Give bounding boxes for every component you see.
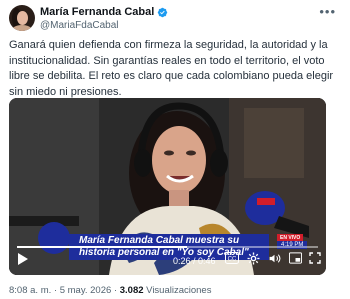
volume-icon[interactable] bbox=[268, 252, 281, 265]
tweet-time[interactable]: 8:08 a. m. bbox=[9, 285, 51, 296]
svg-text:CC: CC bbox=[228, 257, 237, 263]
views-count: 3.082 bbox=[119, 285, 144, 296]
video-player[interactable]: María Fernanda Cabal muestra su historia… bbox=[9, 98, 326, 275]
tweet-text: Ganará quien defienda con firmeza la seg… bbox=[9, 39, 334, 98]
video-progress-bar[interactable] bbox=[17, 246, 318, 248]
settings-gear-icon[interactable] bbox=[247, 252, 260, 265]
picture-in-picture-icon[interactable] bbox=[289, 252, 302, 264]
tweet-date[interactable]: 5 may. 2026 bbox=[60, 285, 112, 296]
author-handle[interactable]: @MariaFdaCabal bbox=[40, 20, 119, 31]
more-options-icon[interactable]: ••• bbox=[319, 4, 336, 19]
meta-separator: · bbox=[53, 285, 58, 296]
tweet-meta: 8:08 a. m. · 5 may. 2026 · 3.082 Visuali… bbox=[9, 285, 211, 296]
author-name-row[interactable]: María Fernanda Cabal bbox=[40, 6, 168, 18]
meta-separator: · bbox=[113, 285, 118, 296]
author-name[interactable]: María Fernanda Cabal bbox=[40, 6, 154, 18]
avatar[interactable] bbox=[9, 5, 35, 31]
video-time-display: 0:26 / 0:46 bbox=[173, 256, 216, 266]
views-label: Visualizaciones bbox=[146, 285, 212, 296]
play-icon[interactable] bbox=[17, 252, 29, 266]
captions-icon[interactable]: CC bbox=[225, 252, 239, 264]
tweet-card: María Fernanda Cabal @MariaFdaCabal ••• … bbox=[0, 0, 350, 299]
video-progress-fill bbox=[17, 246, 188, 248]
video-controls: CC bbox=[9, 252, 326, 274]
verified-badge-icon bbox=[158, 7, 168, 17]
fullscreen-icon[interactable] bbox=[309, 252, 321, 264]
